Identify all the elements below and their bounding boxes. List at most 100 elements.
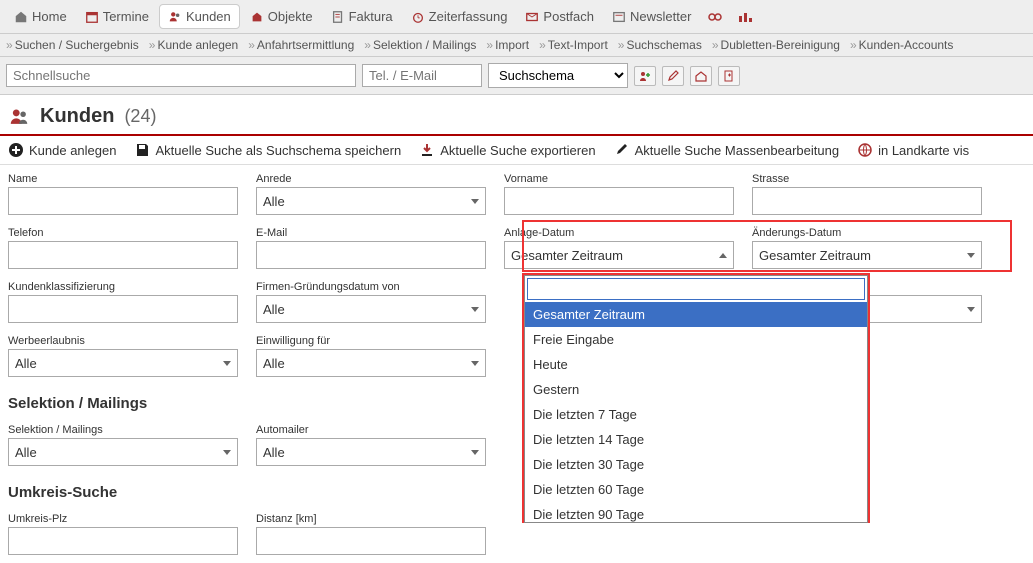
field-klass: Kundenklassifizierung	[8, 281, 238, 323]
firmg-select[interactable]: Alle	[256, 295, 486, 323]
action-label: Aktuelle Suche exportieren	[440, 143, 595, 158]
einw-select[interactable]: Alle	[256, 349, 486, 377]
dropdown-option[interactable]: Gestern	[525, 377, 867, 402]
label: Name	[8, 173, 238, 185]
bulk-edit-button[interactable]: Aktuelle Suche Massenbearbeitung	[614, 142, 840, 158]
home-small-icon[interactable]	[690, 66, 712, 86]
subnav-link[interactable]: »Import	[486, 38, 529, 52]
chevron-up-icon	[719, 253, 727, 258]
subnav-link[interactable]: »Dubletten-Bereinigung	[712, 38, 840, 52]
subnav-link[interactable]: »Text-Import	[539, 38, 608, 52]
add-customer-button[interactable]: Kunde anlegen	[8, 142, 116, 158]
dist-input[interactable]	[256, 527, 486, 555]
field-einw: Einwilligung fürAlle	[256, 335, 486, 377]
tab-termine[interactable]: Termine	[77, 5, 157, 28]
label: Automailer	[256, 424, 486, 436]
document-icon	[331, 10, 345, 24]
subnav-link[interactable]: »Selektion / Mailings	[364, 38, 476, 52]
dropdown-option[interactable]: Die letzten 7 Tage	[525, 402, 867, 427]
tab-objekte[interactable]: Objekte	[242, 5, 321, 28]
werbe-select[interactable]: Alle	[8, 349, 238, 377]
page-header: Kunden (24)	[0, 95, 1033, 136]
name-input[interactable]	[8, 187, 238, 215]
home-icon	[14, 10, 28, 24]
field-anlage-datum: Anlage-Datum Gesamter Zeitraum	[504, 227, 734, 269]
count-badge: (24)	[124, 106, 156, 127]
label: E-Mail	[256, 227, 486, 239]
field-anrede: Anrede Alle	[256, 173, 486, 215]
selm-select[interactable]: Alle	[8, 438, 238, 466]
action-label: Aktuelle Suche als Suchschema speichern	[155, 143, 401, 158]
tab-label: Newsletter	[630, 9, 691, 24]
tab-newsletter[interactable]: Newsletter	[604, 5, 699, 28]
edit-icon[interactable]	[662, 66, 684, 86]
news-icon	[612, 10, 626, 24]
map-view-button[interactable]: in Landkarte vis	[857, 142, 969, 158]
save-schema-button[interactable]: Aktuelle Suche als Suchschema speichern	[134, 142, 401, 158]
dropdown-option[interactable]: Die letzten 30 Tage	[525, 452, 867, 477]
calendar-icon	[85, 10, 99, 24]
date-dropdown: Gesamter Zeitraum Freie Eingabe Heute Ge…	[524, 275, 868, 523]
subnav-link[interactable]: »Kunden-Accounts	[850, 38, 953, 52]
dropdown-option[interactable]: Heute	[525, 352, 867, 377]
autom-select[interactable]: Alle	[256, 438, 486, 466]
subnav-link[interactable]: »Anfahrtsermittlung	[248, 38, 354, 52]
label: Werbeerlaubnis	[8, 335, 238, 347]
clock-icon	[411, 10, 425, 24]
tab-faktura[interactable]: Faktura	[323, 5, 401, 28]
telefon-input[interactable]	[8, 241, 238, 269]
chevron-down-icon	[967, 253, 975, 258]
label: Strasse	[752, 173, 982, 185]
schema-select[interactable]: Suchschema	[488, 63, 628, 88]
field-selm: Selektion / MailingsAlle	[8, 424, 238, 466]
dropdown-option[interactable]: Gesamter Zeitraum	[525, 302, 867, 327]
section-selektion: Selektion / Mailings	[8, 395, 1025, 412]
label: Telefon	[8, 227, 238, 239]
email-input[interactable]	[256, 241, 486, 269]
label: Kundenklassifizierung	[8, 281, 238, 293]
dropdown-options: Gesamter Zeitraum Freie Eingabe Heute Ge…	[525, 302, 867, 522]
subnav-link[interactable]: »Suchen / Suchergebnis	[6, 38, 139, 52]
link-icon-button[interactable]	[701, 6, 729, 28]
user-plus-icon[interactable]	[634, 66, 656, 86]
dropdown-option[interactable]: Die letzten 60 Tage	[525, 477, 867, 502]
subnav-link[interactable]: »Kunde anlegen	[149, 38, 238, 52]
tab-postfach[interactable]: Postfach	[517, 5, 602, 28]
users-icon	[8, 106, 30, 128]
tel-email-input[interactable]	[362, 64, 482, 87]
tab-home[interactable]: Home	[6, 5, 75, 28]
search-form: Name AnredeAlle Vorname Strasse Telefon …	[0, 165, 1033, 563]
export-button[interactable]: Aktuelle Suche exportieren	[419, 142, 595, 158]
dropdown-search-input[interactable]	[527, 278, 865, 300]
doc-plus-icon[interactable]	[718, 66, 740, 86]
chart-icon-button[interactable]	[731, 6, 759, 28]
klass-input[interactable]	[8, 295, 238, 323]
label: Firmen-Gründungsdatum von	[256, 281, 486, 293]
field-firmg: Firmen-Gründungsdatum von Alle	[256, 281, 486, 323]
anlage-select[interactable]: Gesamter Zeitraum	[504, 241, 734, 269]
action-label: Aktuelle Suche Massenbearbeitung	[635, 143, 840, 158]
label: Distanz [km]	[256, 513, 486, 525]
anrede-select[interactable]: Alle	[256, 187, 486, 215]
label: Umkreis-Plz	[8, 513, 238, 525]
tab-kunden[interactable]: Kunden	[159, 4, 240, 29]
vorname-input[interactable]	[504, 187, 734, 215]
dropdown-option[interactable]: Die letzten 90 Tage	[525, 502, 867, 522]
field-autom: Automailer Alle	[256, 424, 486, 466]
tab-label: Faktura	[349, 9, 393, 24]
tab-zeit[interactable]: Zeiterfassung	[403, 5, 516, 28]
label: Anrede	[256, 173, 486, 185]
label: Änderungs-Datum	[752, 227, 982, 239]
dropdown-option[interactable]: Freie Eingabe	[525, 327, 867, 352]
aender-select[interactable]: Gesamter Zeitraum	[752, 241, 982, 269]
strasse-input[interactable]	[752, 187, 982, 215]
action-bar: Kunde anlegen Aktuelle Suche als Suchsch…	[0, 136, 1033, 165]
field-strasse: Strasse	[752, 173, 982, 215]
field-dist: Distanz [km]	[256, 513, 486, 555]
field-plz: Umkreis-Plz	[8, 513, 238, 555]
subnav-link[interactable]: »Suchschemas	[618, 38, 702, 52]
plz-input[interactable]	[8, 527, 238, 555]
dropdown-option[interactable]: Die letzten 14 Tage	[525, 427, 867, 452]
quicksearch-input[interactable]	[6, 64, 356, 87]
label: Anlage-Datum	[504, 227, 734, 239]
